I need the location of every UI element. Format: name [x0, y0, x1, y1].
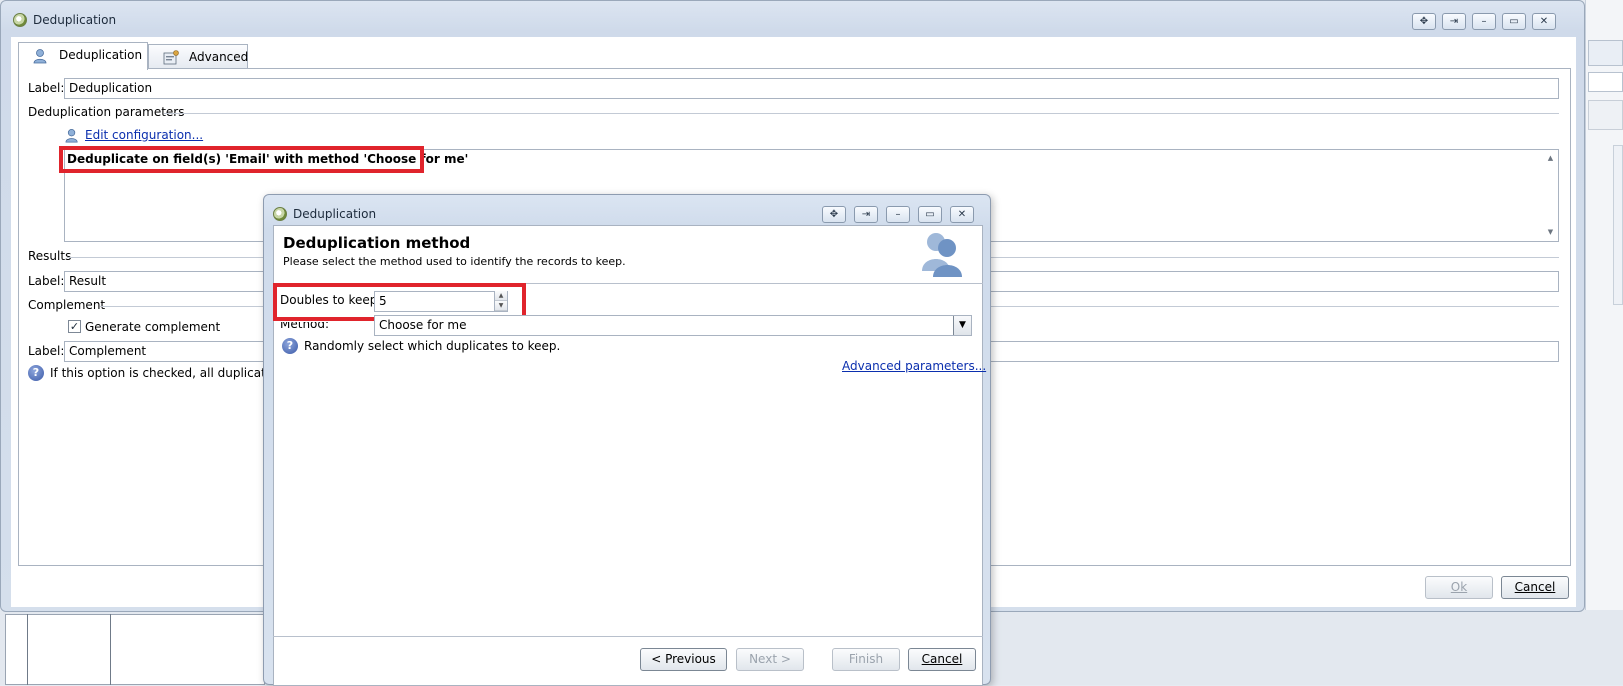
edit-configuration-link[interactable]: Edit configuration...: [85, 128, 203, 142]
close-button[interactable]: ✕: [950, 206, 974, 223]
scroll-up-icon[interactable]: ▲: [1546, 154, 1555, 163]
generate-complement-checkbox[interactable]: ✓: [68, 320, 81, 333]
ok-button[interactable]: Ok: [1425, 576, 1493, 599]
user-icon: [33, 49, 47, 64]
minimize-button[interactable]: –: [886, 206, 910, 223]
background-divider: [27, 614, 28, 685]
generate-complement-label: Generate complement: [85, 320, 221, 334]
footer-divider: [273, 636, 983, 637]
tab-label: Deduplication: [59, 48, 143, 62]
background-field: [1588, 72, 1623, 92]
tab-advanced[interactable]: Advanced: [148, 44, 248, 70]
next-label: Next >: [749, 652, 791, 666]
background-divider: [110, 614, 111, 685]
background-scrollbar[interactable]: [1613, 145, 1623, 305]
close-button[interactable]: ✕: [1532, 13, 1556, 30]
dialog-subheading: Please select the method used to identif…: [283, 255, 626, 268]
dropdown-arrow-icon[interactable]: ▼: [953, 316, 971, 335]
dock-icon[interactable]: ⇥: [1442, 13, 1466, 30]
previous-label: < Previous: [651, 652, 716, 666]
method-select[interactable]: Choose for me: [374, 315, 972, 336]
help-icon: ?: [282, 338, 298, 354]
scroll-down-icon[interactable]: ▼: [1546, 228, 1555, 237]
finish-button[interactable]: Finish: [832, 648, 900, 671]
next-button[interactable]: Next >: [736, 648, 804, 671]
dock-icon[interactable]: ⇥: [854, 206, 878, 223]
results-label-caption: Label:: [28, 274, 65, 288]
label-field[interactable]: Deduplication: [64, 78, 1559, 99]
advanced-parameters-link[interactable]: Advanced parameters...: [842, 359, 986, 373]
dialog-title: Deduplication: [293, 207, 377, 221]
complement-label-caption: Label:: [28, 344, 65, 358]
method-help-text: Randomly select which duplicates to keep…: [304, 339, 561, 353]
app-logo-icon: [273, 207, 287, 221]
previous-button[interactable]: < Previous: [640, 648, 727, 671]
dialog-cancel-button[interactable]: Cancel: [908, 648, 976, 671]
main-window-title: Deduplication: [33, 13, 117, 27]
tab-label: Advanced: [189, 50, 249, 64]
minimize-button[interactable]: –: [1472, 13, 1496, 30]
dialog-heading: Deduplication method: [283, 234, 471, 252]
maximize-button[interactable]: ▭: [1502, 13, 1526, 30]
tab-deduplication[interactable]: Deduplication: [18, 42, 148, 70]
dialog-cancel-label: Cancel: [921, 652, 963, 666]
background-list-panel: [5, 614, 265, 685]
background-toolbar-button[interactable]: [1588, 40, 1623, 66]
ok-label: Ok: [1450, 580, 1468, 594]
section-divider: [164, 113, 1559, 114]
move-icon[interactable]: ✥: [822, 206, 846, 223]
cancel-label: Cancel: [1514, 580, 1556, 594]
highlight-summary-box: [59, 146, 424, 173]
maximize-button[interactable]: ▭: [918, 206, 942, 223]
label-caption: Label:: [28, 81, 65, 95]
complement-heading: Complement: [28, 298, 106, 312]
help-icon: ?: [28, 365, 44, 381]
users-illustration-icon: [922, 233, 962, 277]
app-logo-icon: [13, 13, 27, 27]
settings-form-icon: [163, 50, 179, 65]
cancel-button[interactable]: Cancel: [1501, 576, 1569, 599]
dedup-parameters-heading: Deduplication parameters: [28, 105, 185, 119]
edit-config-icon: [65, 129, 78, 143]
background-panel: [1588, 100, 1623, 130]
results-heading: Results: [28, 249, 72, 263]
complement-help-text: If this option is checked, all duplicate…: [50, 366, 296, 380]
move-icon[interactable]: ✥: [1412, 13, 1436, 30]
finish-label: Finish: [848, 652, 884, 666]
dedup-method-dialog: Deduplication ✥ ⇥ – ▭ ✕ Deduplication me…: [263, 194, 991, 686]
